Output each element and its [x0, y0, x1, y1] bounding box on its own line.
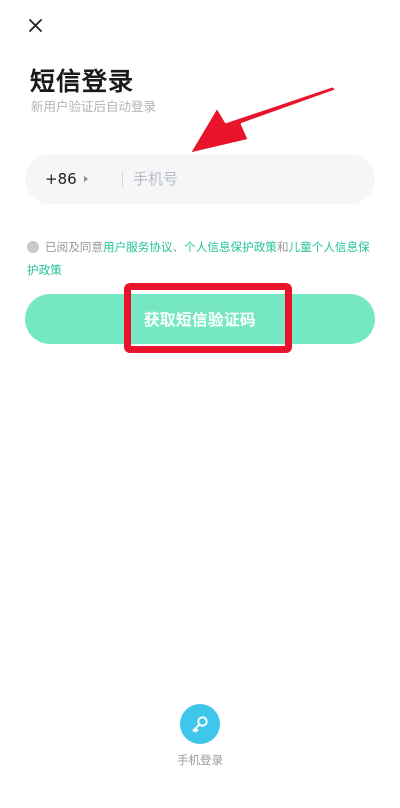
- phone-login-option[interactable]: 手机登录: [160, 704, 240, 768]
- annotation-arrow-shape: [187, 84, 339, 156]
- agreement-checkbox[interactable]: [27, 241, 39, 253]
- agreement-prefix: 已阅及同意: [45, 240, 103, 254]
- input-divider: [122, 171, 123, 187]
- close-button[interactable]: [24, 14, 48, 38]
- agreement-separator: 、: [172, 240, 185, 254]
- agreement-conjunction: 和: [276, 240, 289, 254]
- phone-login-label: 手机登录: [177, 753, 223, 767]
- phone-number-input[interactable]: [133, 154, 353, 204]
- country-code-selector[interactable]: +86: [45, 154, 88, 204]
- user-service-agreement-link[interactable]: 用户服务协议: [103, 240, 173, 254]
- page-title: 短信登录: [30, 67, 135, 96]
- annotation-arrow: [187, 84, 339, 156]
- get-sms-code-button[interactable]: 获取短信验证码: [25, 294, 375, 344]
- page-subtitle: 新用户验证后自动登录: [31, 99, 157, 114]
- caret-right-icon: [83, 176, 88, 182]
- close-icon: [29, 19, 42, 32]
- privacy-policy-link[interactable]: 个人信息保护政策: [184, 240, 277, 254]
- phone-input-row: +86: [25, 154, 375, 204]
- key-icon: [192, 716, 208, 733]
- phone-login-icon-circle: [180, 704, 220, 744]
- country-code-label: +86: [45, 170, 77, 188]
- agreement-text: 已阅及同意用户服务协议、个人信息保护政策和儿童个人信息保护政策: [27, 236, 372, 282]
